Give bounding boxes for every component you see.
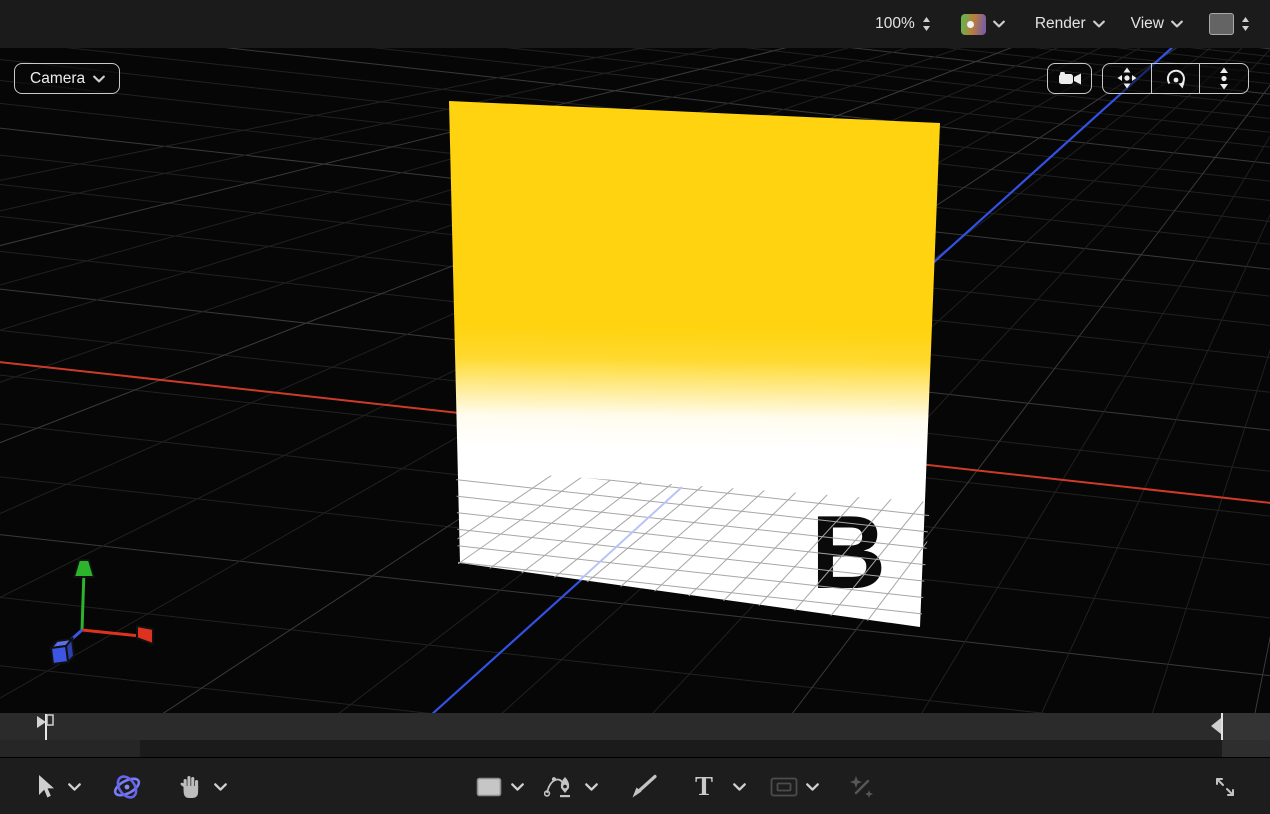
render-menu-label: Render	[1035, 15, 1086, 33]
tools-toolbar: T	[0, 757, 1270, 814]
paint-stroke-tool[interactable]	[630, 758, 658, 814]
camera-view-menu-label: Camera	[30, 70, 85, 88]
bezier-pen-icon	[544, 774, 574, 800]
dolly-view-icon	[1212, 67, 1236, 91]
zoom-stepper-icon[interactable]	[922, 16, 931, 32]
arrow-cursor-icon	[35, 774, 55, 800]
chevron-down-icon	[93, 75, 105, 83]
camcorder-icon	[1057, 70, 1083, 88]
view-menu[interactable]: View	[1131, 15, 1183, 33]
chevron-down-icon	[68, 783, 81, 791]
timeline-scrollbar[interactable]	[0, 740, 1270, 757]
layout-stepper-icon[interactable]	[1241, 16, 1250, 32]
view-menu-label: View	[1131, 15, 1164, 33]
mask-tool	[770, 758, 798, 814]
text-tool[interactable]: T	[695, 758, 713, 814]
chevron-down-icon	[585, 783, 598, 791]
text-tool-dropdown[interactable]	[733, 758, 746, 814]
scene-3d-render[interactable]: B	[0, 48, 1270, 713]
resize-canvas-control[interactable]	[1212, 758, 1238, 814]
select-arrow-tool[interactable]	[35, 758, 55, 814]
shape-tool-dropdown[interactable]	[511, 758, 524, 814]
chevron-down-icon	[733, 783, 746, 791]
timeline-scroll-thumb[interactable]	[0, 740, 140, 757]
canvas-3d-viewport[interactable]: B Camera	[0, 48, 1270, 713]
timeline-scrubber[interactable]	[0, 713, 1270, 740]
transform-3d-tool[interactable]	[112, 758, 142, 814]
color-channels-swatch-icon	[961, 14, 986, 35]
select-tool-dropdown[interactable]	[68, 758, 81, 814]
chevron-down-icon	[993, 20, 1005, 28]
diagonal-resize-icon	[1212, 774, 1238, 800]
orbit-3d-transform-icon	[112, 773, 142, 801]
chevron-down-icon	[806, 783, 819, 791]
window-layout-control[interactable]	[1209, 13, 1250, 35]
top-toolbar: 100% Render View	[0, 0, 1270, 48]
chevron-down-icon	[511, 783, 524, 791]
mask-tool-dropdown	[806, 758, 819, 814]
timeline-out-of-range	[1222, 713, 1270, 740]
camera-move-tools	[1102, 63, 1249, 94]
chevron-down-icon	[1093, 20, 1105, 28]
zoom-level-control[interactable]: 100%	[875, 15, 931, 33]
camcorder-view-button[interactable]	[1047, 63, 1092, 94]
orbit-view-icon	[1164, 67, 1188, 91]
render-menu[interactable]: Render	[1035, 15, 1105, 33]
project-end-marker[interactable]	[1208, 713, 1226, 740]
playhead-marker[interactable]	[34, 714, 56, 740]
mask-rectangle-icon	[770, 777, 798, 797]
camera-view-menu[interactable]: Camera	[14, 63, 120, 94]
hand-icon	[179, 774, 201, 800]
paintbrush-icon	[630, 774, 658, 800]
pan-view-button[interactable]	[1103, 64, 1151, 93]
timeline-scroll-tail	[1222, 740, 1270, 757]
text-tool-glyph: T	[695, 773, 713, 800]
dolly-view-button[interactable]	[1199, 64, 1247, 93]
channels-menu[interactable]	[961, 14, 1005, 35]
orbit-view-button[interactable]	[1151, 64, 1199, 93]
pan-hand-tool[interactable]	[179, 758, 201, 814]
chevron-down-icon	[214, 783, 227, 791]
rectangle-shape-tool[interactable]	[476, 758, 502, 814]
motion-3d-canvas-window: 100% Render View	[0, 0, 1270, 814]
gizmo-z-arrow	[51, 646, 68, 664]
rectangle-icon	[476, 777, 502, 797]
adjust-glyph-tool	[849, 758, 875, 814]
bezier-pen-tool[interactable]	[544, 758, 574, 814]
zoom-level-value: 100%	[875, 15, 915, 33]
pan-tool-dropdown[interactable]	[214, 758, 227, 814]
sparkle-wand-icon	[849, 774, 875, 800]
chevron-down-icon	[1171, 20, 1183, 28]
pen-tool-dropdown[interactable]	[585, 758, 598, 814]
pan-view-icon	[1115, 67, 1139, 91]
window-layout-swatch-icon	[1209, 13, 1234, 35]
